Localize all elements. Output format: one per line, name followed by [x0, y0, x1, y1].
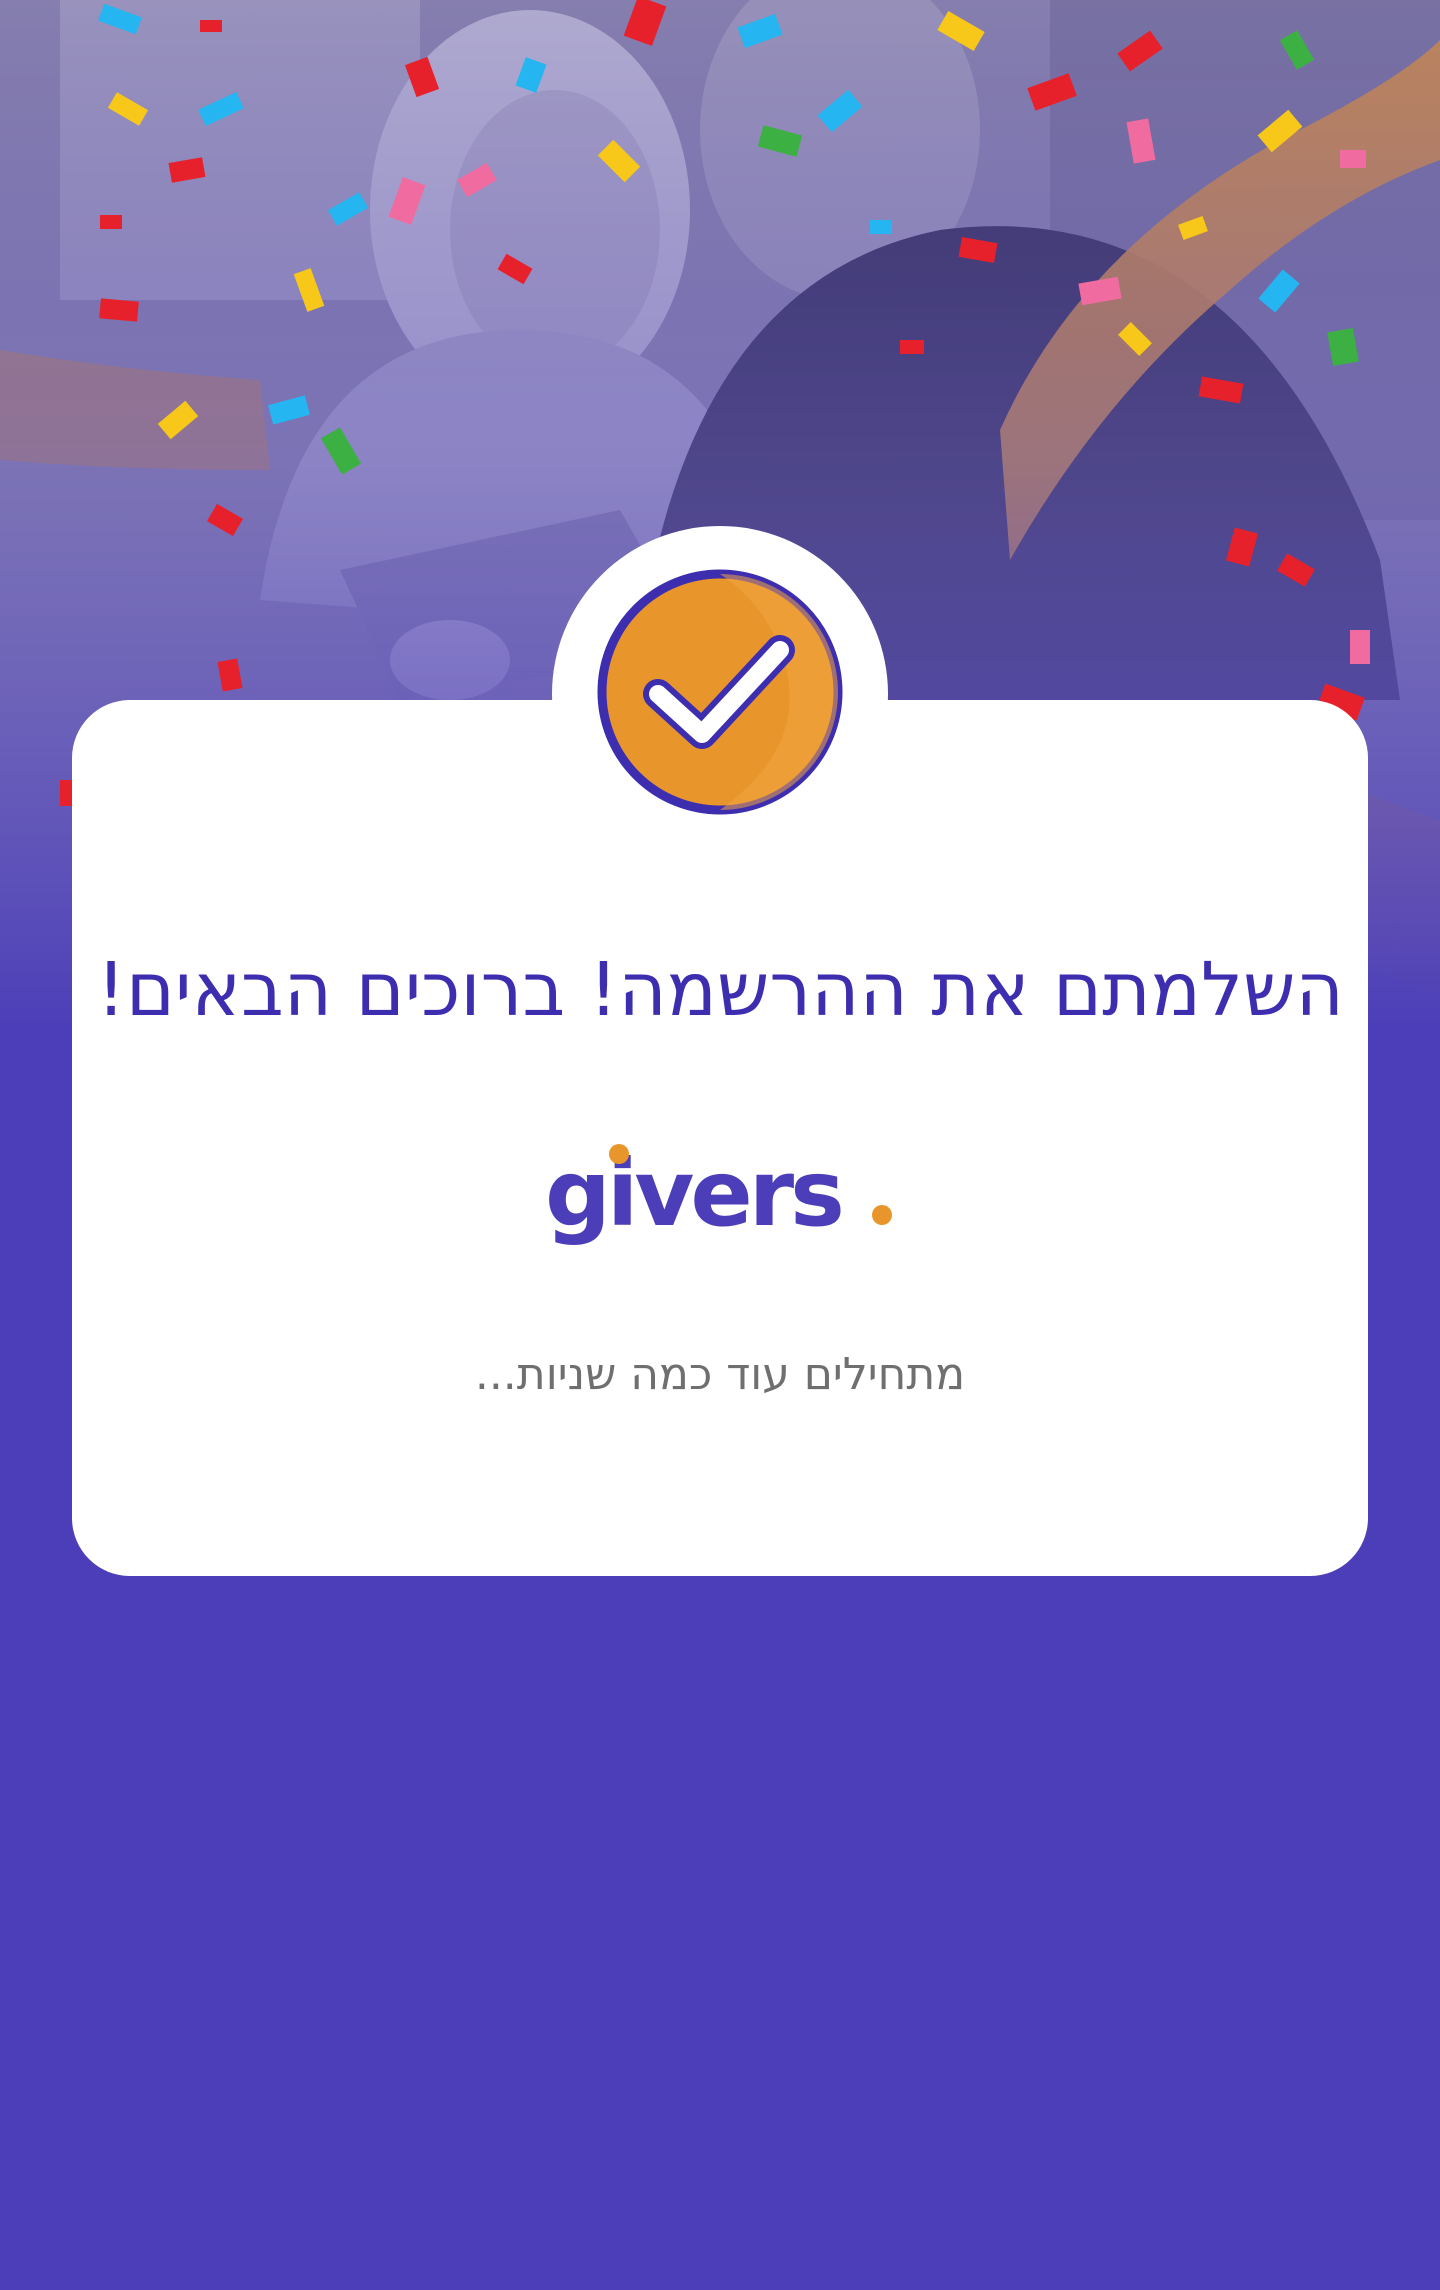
checkmark-icon [597, 569, 843, 815]
givers-logo: givers [545, 1140, 892, 1247]
logo-i-dot [609, 1144, 629, 1164]
page-title: השלמתם את ההרשמה! ברוכים הבאים! [96, 947, 1344, 1033]
logo-period-dot [872, 1205, 892, 1225]
loading-message: מתחילים עוד כמה שניות... [474, 1349, 966, 1400]
logo-text: givers [545, 1140, 841, 1247]
